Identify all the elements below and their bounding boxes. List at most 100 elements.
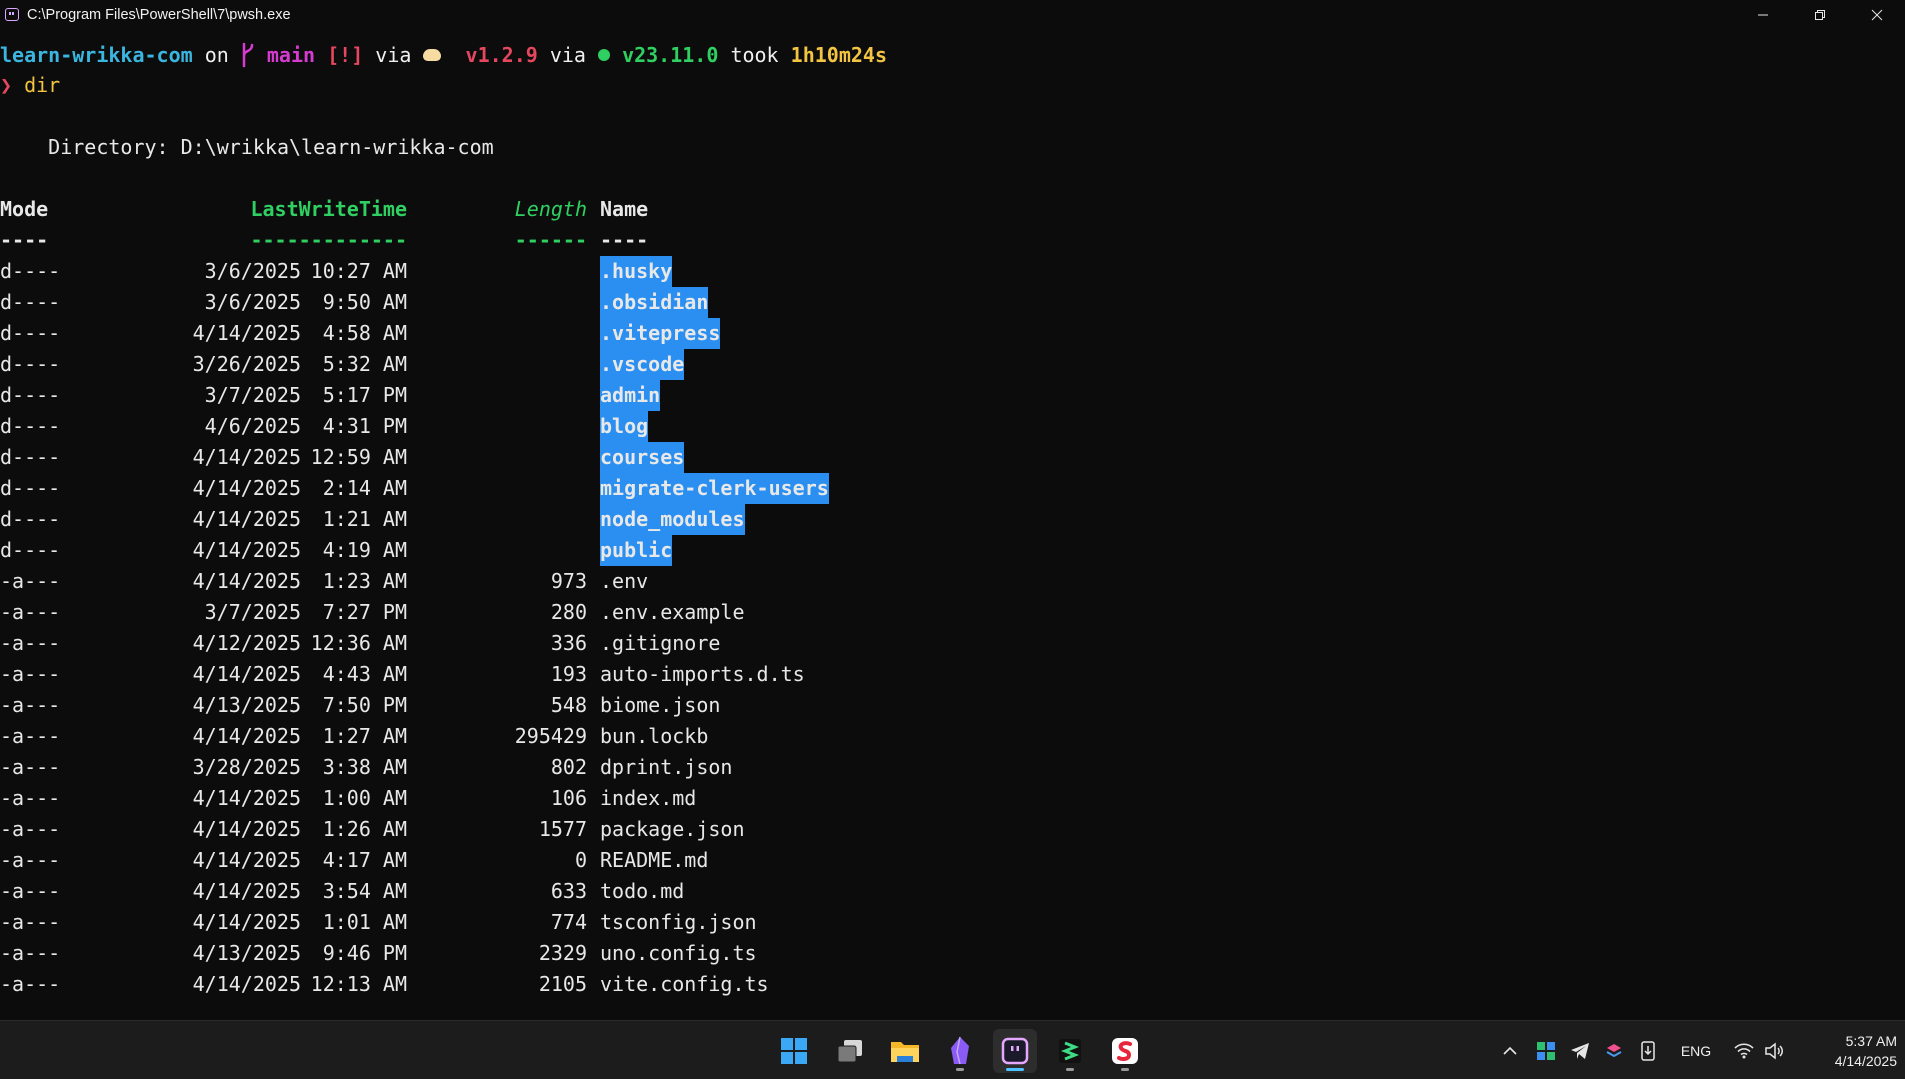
prompt-branch: main	[266, 43, 316, 67]
command-line: ❯ dir	[0, 70, 60, 101]
row-name[interactable]: migrate-clerk-users	[600, 473, 829, 504]
language-indicator: ENG	[1680, 1042, 1712, 1059]
obsidian-running-indicator	[956, 1068, 964, 1071]
row-length	[0, 535, 587, 566]
row-name[interactable]: tsconfig.json	[600, 907, 757, 938]
listing-row: -a--- 4/13/2025 9:46 PM 2329 uno.config.ts	[0, 938, 1905, 969]
row-name[interactable]: .husky	[600, 256, 673, 287]
obsidian-button[interactable]	[938, 1029, 982, 1073]
tray-usb[interactable]	[1633, 1036, 1663, 1066]
listing-row: d---- 4/14/2025 4:58 AM .vitepress	[0, 318, 1905, 349]
row-name[interactable]: node_modules	[600, 504, 745, 535]
row-name[interactable]: .obsidian	[600, 287, 709, 318]
listing-row: -a--- 4/14/2025 1:00 AM 106 index.md	[0, 783, 1905, 814]
prompt-git-status: [!]	[327, 43, 364, 67]
row-length: 2329	[538, 941, 587, 965]
terminal-taskbar-button[interactable]	[993, 1029, 1037, 1073]
terminal-app-icon	[5, 8, 19, 21]
speaker-icon	[1765, 1041, 1783, 1060]
listing-row: -a--- 4/14/2025 4:43 AM 193 auto-imports.d.t…	[0, 659, 1905, 690]
row-length	[0, 256, 587, 287]
tray-telegram[interactable]	[1565, 1036, 1595, 1066]
obsidian-icon	[951, 1036, 969, 1065]
row-name[interactable]: package.json	[600, 814, 745, 845]
chevron-up-icon	[1503, 1046, 1517, 1055]
listing-row: -a--- 4/14/2025 1:23 AM 973 .env	[0, 566, 1905, 597]
system-tray: ENG	[1495, 1021, 1789, 1079]
tray-app-colored[interactable]	[1599, 1036, 1629, 1066]
listing-row: -a--- 4/14/2025 12:13 AM 2105 vite.config.ts	[0, 969, 1905, 1000]
row-name[interactable]: dprint.json	[600, 752, 732, 783]
red-app-running-indicator	[1121, 1068, 1129, 1071]
input-language-button[interactable]: ENG	[1669, 1036, 1723, 1066]
minimize-icon	[1757, 14, 1768, 15]
row-length: 106	[550, 786, 587, 810]
start-button[interactable]	[772, 1029, 816, 1073]
prompt-line: learn-wrikka-com on main [!] via v1.2.9 …	[0, 40, 887, 71]
row-name[interactable]: .vscode	[600, 349, 685, 380]
bun-icon	[423, 48, 442, 61]
window-titlebar[interactable]: C:\Program Files\PowerShell\7\pwsh.exe	[0, 0, 1905, 29]
listing-row: d---- 4/14/2025 1:21 AM node_modules	[0, 504, 1905, 535]
row-name[interactable]: index.md	[600, 783, 696, 814]
row-name[interactable]: admin	[600, 380, 661, 411]
row-name[interactable]: .env	[600, 566, 648, 597]
minimize-button[interactable]	[1734, 0, 1791, 29]
listing-row: -a--- 4/14/2025 3:54 AM 633 todo.md	[0, 876, 1905, 907]
directory-heading: Directory: D:\wrikka\learn-wrikka-com	[0, 135, 494, 159]
row-length: 2105	[538, 972, 587, 996]
wifi-icon	[1734, 1042, 1754, 1058]
layered-app-icon	[1606, 1043, 1622, 1057]
row-name[interactable]: public	[600, 535, 673, 566]
listing-row: d---- 3/6/2025 9:50 AM .obsidian	[0, 287, 1905, 318]
taskbar-clock[interactable]: 5:37 AM 4/14/2025	[1835, 1031, 1897, 1071]
command-text: dir	[24, 73, 61, 97]
network-button[interactable]	[1729, 1036, 1759, 1066]
restore-icon	[1814, 9, 1825, 20]
row-length	[0, 411, 587, 442]
row-length: 633	[550, 879, 587, 903]
show-hidden-icons-button[interactable]	[1495, 1036, 1525, 1066]
listing-row: -a--- 4/14/2025 1:27 AM 295429 bun.lockb	[0, 721, 1905, 752]
row-length	[0, 318, 587, 349]
listing-row: -a--- 4/12/2025 12:36 AM 336 .gitignore	[0, 628, 1905, 659]
row-name[interactable]: biome.json	[600, 690, 720, 721]
row-length: 802	[550, 755, 587, 779]
terminal-output[interactable]: learn-wrikka-com on main [!] via v1.2.9 …	[0, 29, 1905, 1020]
task-view-button[interactable]	[828, 1029, 872, 1073]
row-name[interactable]: uno.config.ts	[600, 938, 757, 969]
row-name[interactable]: courses	[600, 442, 685, 473]
tray-app-grid[interactable]	[1531, 1036, 1561, 1066]
row-name[interactable]: vite.config.ts	[600, 969, 769, 1000]
row-name[interactable]: .vitepress	[600, 318, 721, 349]
listing-row: d---- 4/14/2025 2:14 AM migrate-clerk-users	[0, 473, 1905, 504]
row-length	[0, 442, 587, 473]
row-length	[0, 504, 587, 535]
row-length: 336	[550, 631, 587, 655]
row-name[interactable]: auto-imports.d.ts	[600, 659, 805, 690]
row-name[interactable]: blog	[600, 411, 649, 442]
row-name[interactable]: todo.md	[600, 876, 684, 907]
row-name[interactable]: .gitignore	[600, 628, 720, 659]
volume-button[interactable]	[1759, 1036, 1789, 1066]
row-name[interactable]: .env.example	[600, 597, 745, 628]
listing-row: -a--- 4/14/2025 1:26 AM 1577 package.json	[0, 814, 1905, 845]
row-name[interactable]: bun.lockb	[600, 721, 708, 752]
red-app-button[interactable]	[1103, 1029, 1147, 1073]
row-length: 295429	[514, 724, 587, 748]
row-length: 548	[550, 693, 587, 717]
prompt-symbol: ❯	[0, 73, 13, 97]
restore-button[interactable]	[1791, 0, 1848, 29]
green-app-icon	[1059, 1039, 1081, 1063]
header-length: Length	[514, 197, 587, 221]
file-explorer-button[interactable]	[883, 1029, 927, 1073]
listing-underline: ---- ------------- ------ ----	[0, 225, 1905, 256]
row-length: 280	[550, 600, 587, 624]
close-button[interactable]	[1848, 0, 1905, 29]
green-app-button[interactable]	[1048, 1029, 1092, 1073]
prompt-took: took	[730, 43, 779, 67]
folder-icon	[891, 1042, 919, 1062]
row-name[interactable]: README.md	[600, 845, 708, 876]
task-view-icon	[837, 1040, 862, 1063]
prompt-on: on	[204, 43, 229, 67]
